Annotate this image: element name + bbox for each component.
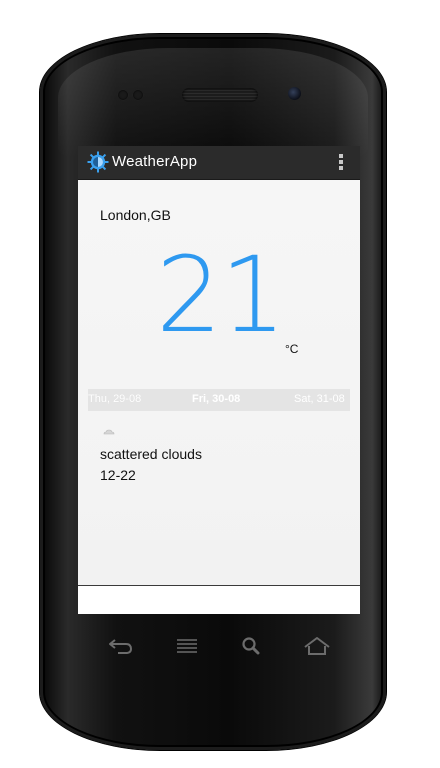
- menu-icon[interactable]: [172, 634, 202, 658]
- proximity-sensor: [118, 90, 128, 100]
- temperature-unit: °C: [285, 342, 299, 356]
- app-title: WeatherApp: [112, 153, 198, 170]
- condition-label: scattered clouds: [100, 446, 202, 462]
- overflow-menu-icon[interactable]: [334, 151, 348, 173]
- day-tab-current[interactable]: Fri, 30-08: [192, 393, 240, 405]
- back-icon[interactable]: [106, 634, 136, 658]
- cloud-icon: [103, 429, 115, 435]
- light-sensor: [133, 90, 143, 100]
- overflow-dot: [339, 166, 343, 170]
- overflow-dot: [339, 160, 343, 164]
- temperature-range: 12-22: [100, 467, 136, 483]
- day-tab-next[interactable]: Sat, 31-08: [294, 393, 345, 405]
- phone-screen: WeatherApp London,GB 21 °C Thu, 29-08 Fr…: [78, 146, 360, 614]
- bottom-area: [78, 586, 360, 614]
- phone-glare: [58, 48, 368, 158]
- day-pager[interactable]: Thu, 29-08 Fri, 30-08 Sat, 31-08: [88, 389, 350, 411]
- temperature-value: 21: [156, 234, 286, 356]
- city-label: London,GB: [100, 207, 171, 223]
- device-mockup: WeatherApp London,GB 21 °C Thu, 29-08 Fr…: [0, 0, 440, 768]
- day-tab-previous[interactable]: Thu, 29-08: [88, 393, 141, 405]
- search-icon[interactable]: [237, 634, 267, 658]
- action-bar: WeatherApp: [78, 146, 360, 180]
- earpiece-speaker: [182, 88, 258, 102]
- home-icon[interactable]: [302, 634, 332, 658]
- sun-gear-icon[interactable]: [87, 151, 109, 173]
- overflow-dot: [339, 154, 343, 158]
- weather-content: London,GB 21 °C Thu, 29-08 Fri, 30-08 Sa…: [78, 180, 360, 585]
- front-camera: [288, 87, 301, 100]
